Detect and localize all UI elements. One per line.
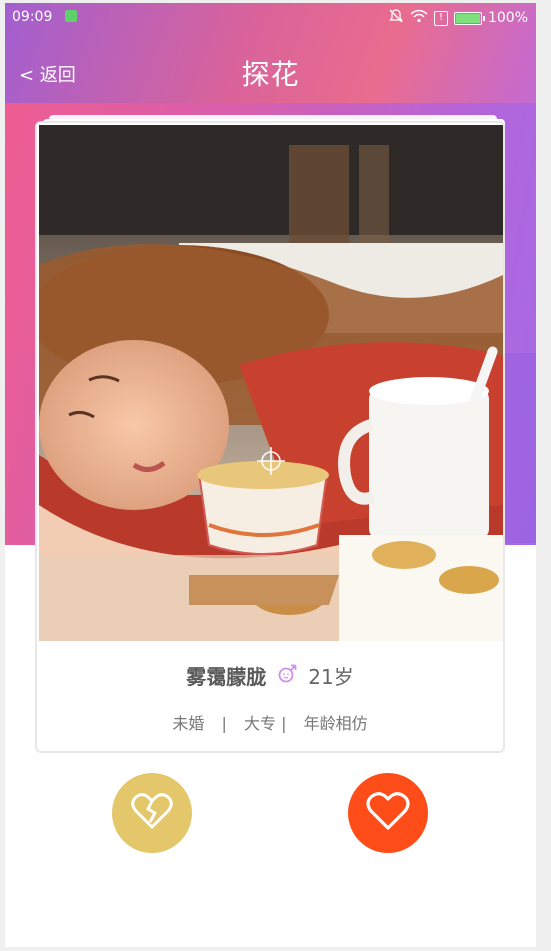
nav-bar: < 返回 探花	[5, 31, 536, 103]
mute-bell-icon	[388, 8, 404, 28]
education: 大专 |	[244, 714, 287, 733]
battery-percent: 100%	[487, 10, 528, 26]
separator: |	[221, 714, 227, 733]
app-screen: 09:09 ! 100% < 返回 探花 雾霭朦胧 21岁 未婚 | 大专 | …	[5, 3, 536, 947]
heart-icon	[366, 791, 410, 835]
profile-photo	[39, 125, 503, 641]
profile-details: 未婚 | 大专 | 年龄相仿	[37, 710, 503, 734]
status-time: 09:09	[12, 9, 53, 25]
dislike-button[interactable]	[112, 773, 192, 853]
profile-card[interactable]: 雾霭朦胧 21岁 未婚 | 大专 | 年龄相仿	[35, 121, 505, 753]
status-icons: ! 100%	[388, 8, 528, 28]
marital-status: 未婚	[172, 714, 205, 733]
age-match: 年龄相仿	[303, 714, 368, 733]
female-symbol-icon	[276, 662, 298, 689]
notification-app-icon	[65, 10, 77, 22]
broken-heart-icon	[131, 792, 173, 834]
profile-name: 雾霭朦胧	[186, 665, 267, 689]
profile-age: 21岁	[308, 665, 354, 689]
battery-icon	[453, 11, 485, 25]
profile-info: 雾霭朦胧 21岁 未婚 | 大专 | 年龄相仿	[37, 641, 503, 751]
like-button[interactable]	[348, 773, 428, 853]
name-row: 雾霭朦胧 21岁	[37, 661, 503, 690]
sim-alert-icon: !	[433, 10, 448, 26]
wifi-icon	[410, 9, 428, 27]
page-title: 探花	[241, 58, 300, 91]
status-bar: 09:09 ! 100%	[5, 3, 536, 31]
